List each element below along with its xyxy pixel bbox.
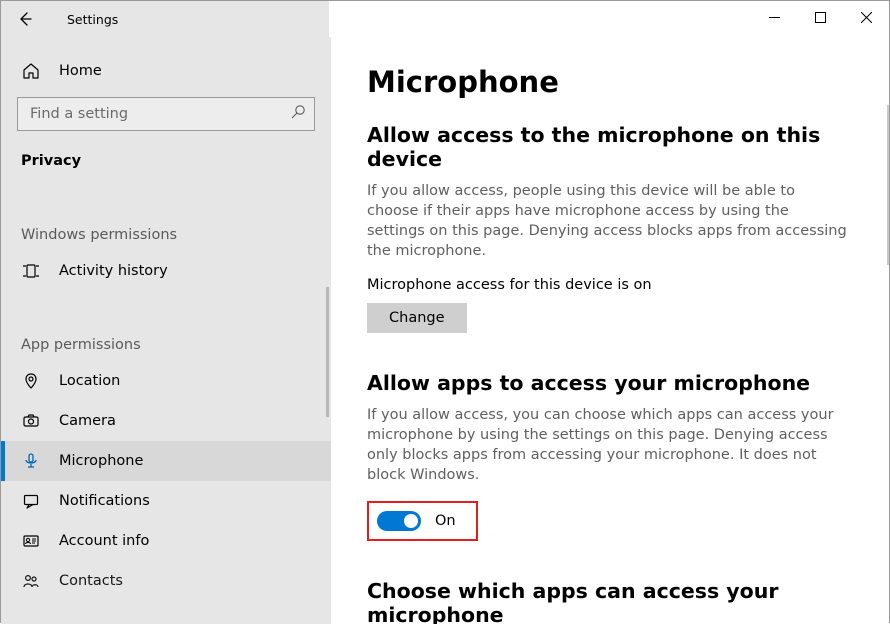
sidebar-item-location[interactable]: Location (1, 361, 331, 401)
contacts-icon (21, 571, 41, 591)
account-info-icon (21, 531, 41, 551)
content-pane: Microphone Allow access to the microphon… (331, 37, 889, 624)
minimize-button[interactable] (751, 1, 797, 33)
sidebar-item-label: Notifications (59, 493, 150, 509)
highlighted-toggle-row: On (367, 501, 478, 541)
sidebar-scrollbar[interactable] (326, 287, 329, 417)
maximize-button[interactable] (797, 1, 843, 33)
section-desc: If you allow access, you can choose whic… (367, 405, 847, 485)
search-input[interactable] (17, 97, 315, 131)
toggle-knob (404, 514, 418, 528)
search-field[interactable] (28, 105, 290, 123)
sidebar: Home Privacy Windows permissions Activit… (1, 37, 331, 624)
title-bar: Settings (1, 1, 889, 37)
sidebar-group-windows-permissions: Windows permissions (1, 207, 331, 251)
section-heading-choose-apps: Choose which apps can access your microp… (367, 579, 853, 624)
sidebar-item-activity-history[interactable]: Activity history (1, 251, 331, 291)
camera-icon (21, 411, 41, 431)
change-button[interactable]: Change (367, 303, 467, 333)
sidebar-item-notifications[interactable]: Notifications (1, 481, 331, 521)
sidebar-item-label: Camera (59, 413, 116, 429)
sidebar-item-camera[interactable]: Camera (1, 401, 331, 441)
timeline-icon (21, 261, 41, 281)
notifications-icon (21, 491, 41, 511)
sidebar-item-home[interactable]: Home (1, 51, 331, 91)
sidebar-group-app-permissions: App permissions (1, 317, 331, 361)
toggle-label: On (435, 513, 456, 529)
section-desc: If you allow access, people using this d… (367, 181, 847, 261)
search-icon (290, 104, 306, 124)
section-heading-app-access: Allow apps to access your microphone (367, 371, 853, 395)
location-icon (21, 371, 41, 391)
home-icon (21, 61, 41, 81)
sidebar-item-label: Home (59, 63, 102, 79)
app-title: Settings (41, 12, 118, 27)
sidebar-item-account-info[interactable]: Account info (1, 521, 331, 561)
close-button[interactable] (843, 1, 889, 33)
sidebar-category: Privacy (1, 141, 331, 181)
allow-apps-toggle[interactable] (377, 511, 421, 531)
section-heading-device-access: Allow access to the microphone on this d… (367, 123, 853, 171)
sidebar-item-label: Microphone (59, 453, 143, 469)
page-title: Microphone (367, 65, 853, 99)
device-access-status: Microphone access for this device is on (367, 277, 853, 293)
back-arrow-icon (15, 10, 33, 28)
back-button[interactable] (7, 2, 41, 36)
sidebar-item-label: Contacts (59, 573, 123, 589)
sidebar-item-label: Activity history (59, 263, 168, 279)
sidebar-item-contacts[interactable]: Contacts (1, 561, 331, 601)
sidebar-item-label: Account info (59, 533, 149, 549)
sidebar-item-microphone[interactable]: Microphone (1, 441, 331, 481)
microphone-icon (21, 451, 41, 471)
content-scrollbar[interactable] (887, 105, 889, 265)
sidebar-item-label: Location (59, 373, 120, 389)
